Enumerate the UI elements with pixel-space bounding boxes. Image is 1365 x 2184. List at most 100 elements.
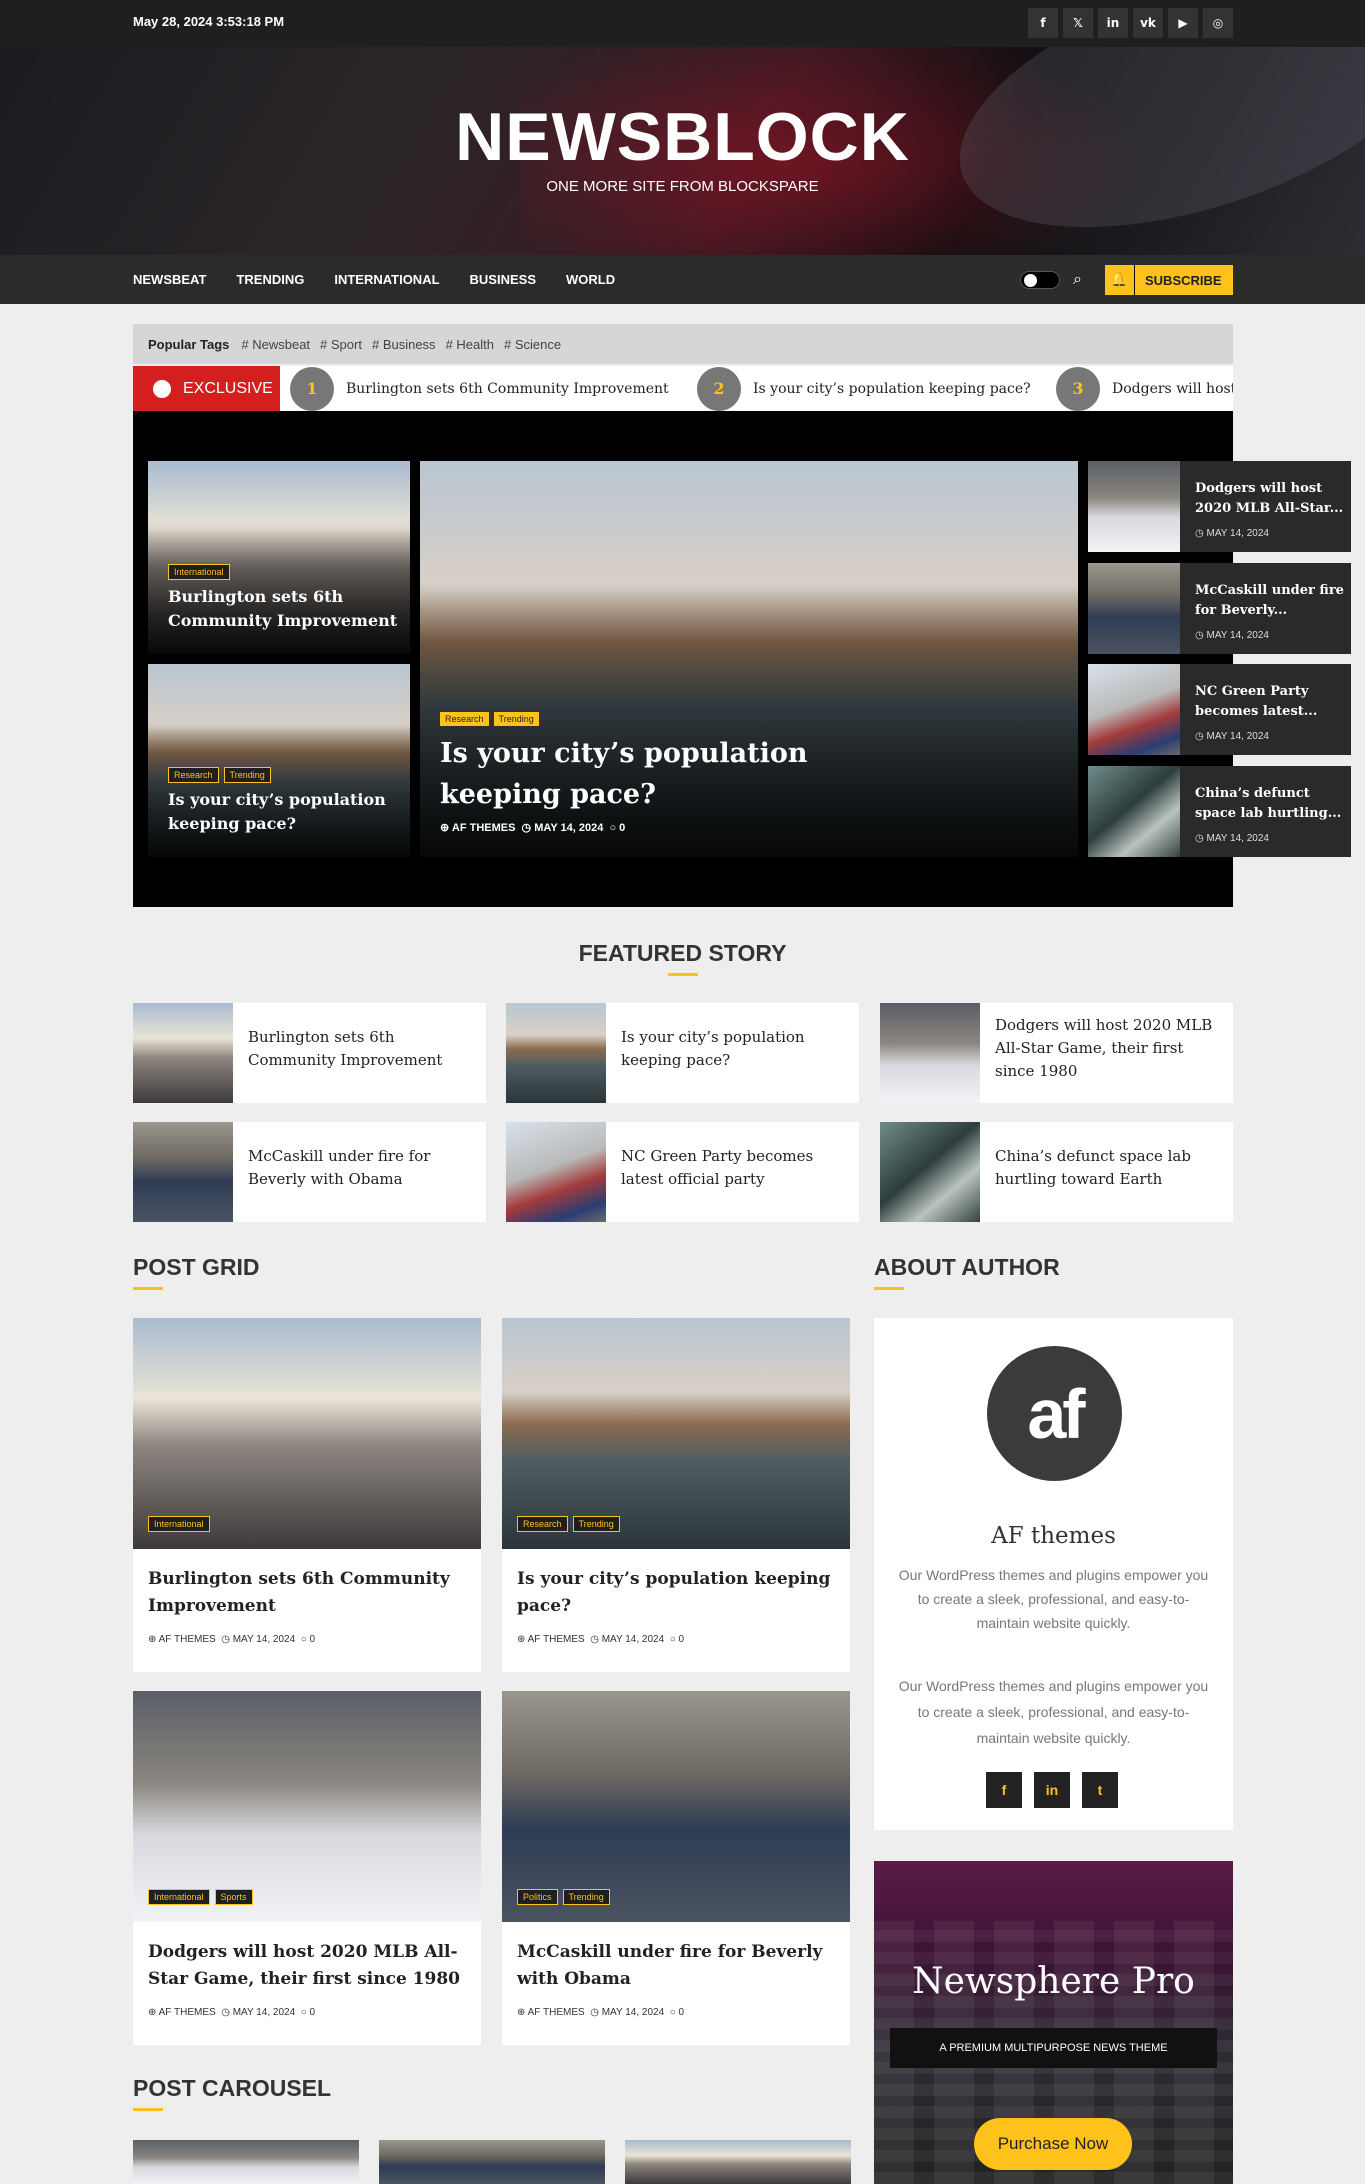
post-title[interactable]: Is your city’s population keeping pace?	[517, 1566, 837, 1620]
post-title[interactable]: Burlington sets 6th Community Improvemen…	[148, 1566, 468, 1620]
post-title[interactable]: China’s defunct space lab hurtling towar…	[995, 1145, 1220, 1191]
post-title[interactable]: McCaskill under fire for Beverly with Ob…	[248, 1145, 473, 1191]
post-title[interactable]: NC Green Party becomes latest...	[1195, 682, 1345, 722]
nav-item-newsbeat[interactable]: NEWSBEAT	[133, 272, 206, 287]
x-icon[interactable]: 𝕏	[1063, 8, 1093, 38]
grid-card[interactable]: Research Trending Is your city’s populati…	[502, 1318, 850, 1672]
linkedin-icon[interactable]: in	[1034, 1772, 1070, 1808]
linkedin-icon[interactable]: in	[1098, 8, 1128, 38]
post-image	[133, 2140, 359, 2184]
featured-card[interactable]: NC Green Party becomes latest official p…	[506, 1122, 859, 1222]
twitter-icon[interactable]: t	[1082, 1772, 1118, 1808]
nav-item-trending[interactable]: TRENDING	[236, 272, 304, 287]
post-image	[880, 1003, 980, 1103]
nav-item-world[interactable]: WORLD	[566, 272, 615, 287]
post-title[interactable]: NC Green Party becomes latest official p…	[621, 1145, 846, 1191]
hero-side-card[interactable]: Dodgers will host 2020 MLB All-Star... ◷ …	[1088, 461, 1351, 552]
post-image	[133, 1003, 233, 1103]
tag-newsbeat[interactable]: # Newsbeat	[241, 337, 310, 352]
post-title[interactable]: China’s defunct space lab hurtling...	[1195, 784, 1345, 824]
category-badge[interactable]: Trending	[493, 712, 539, 726]
author-description: Our WordPress themes and plugins empower…	[898, 1678, 1209, 1746]
site-header: NEWSBLOCK ONE MORE SITE FROM BLOCKSPARE	[0, 47, 1365, 255]
featured-story-heading: FEATURED STORY	[0, 940, 1365, 976]
post-image	[1088, 664, 1180, 755]
post-title[interactable]: Dodgers will host 2020 MLB All-Star Game…	[148, 1939, 468, 1993]
category-badge[interactable]: Research	[517, 1516, 568, 1532]
post-title[interactable]: Is your city’s population keeping pace?	[440, 733, 920, 815]
vk-icon[interactable]: vk	[1133, 8, 1163, 38]
exclusive-ticker: EXCLUSIVE 1 Burlington sets 6th Community…	[133, 366, 1233, 411]
hero-left-card[interactable]: Research Trending Is your city’s populati…	[148, 664, 410, 857]
post-title[interactable]: Is your city’s population keeping pace?	[621, 1026, 846, 1072]
popular-tags: Popular Tags # Newsbeat # Sport # Busine…	[133, 324, 1233, 364]
category-badge[interactable]: Trending	[223, 767, 271, 783]
author-description: Our WordPress themes and plugins empower…	[898, 1567, 1209, 1631]
grid-card[interactable]: International Sports Dodgers will host 20…	[133, 1691, 481, 2045]
hero-side-card[interactable]: China’s defunct space lab hurtling... ◷ M…	[1088, 766, 1351, 857]
carousel-card[interactable]	[133, 2140, 359, 2184]
search-icon[interactable]: ⌕	[1073, 269, 1082, 289]
featured-card[interactable]: Is your city’s population keeping pace?	[506, 1003, 859, 1103]
subscribe-button[interactable]: 🔔 SUBSCRIBE	[1105, 265, 1233, 295]
tag-science[interactable]: # Science	[504, 337, 561, 352]
post-title[interactable]: McCaskill under fire for Beverly...	[1195, 581, 1345, 621]
carousel-card[interactable]	[625, 2140, 851, 2184]
post-date: ◷ MAY 14, 2024	[1195, 528, 1269, 539]
grid-card[interactable]: International Burlington sets 6th Commun…	[133, 1318, 481, 1672]
nav-item-international[interactable]: INTERNATIONAL	[334, 272, 439, 287]
site-logo[interactable]: NEWSBLOCK	[0, 102, 1365, 172]
dark-mode-toggle[interactable]	[1020, 271, 1060, 289]
category-badge[interactable]: International	[168, 564, 230, 580]
hero-side-card[interactable]: NC Green Party becomes latest... ◷ MAY 14…	[1088, 664, 1351, 755]
category-badge[interactable]: Research	[440, 712, 489, 726]
nav-item-business[interactable]: BUSINESS	[470, 272, 536, 287]
hero-side-card[interactable]: McCaskill under fire for Beverly... ◷ MAY…	[1088, 563, 1351, 654]
purchase-button[interactable]: Purchase Now	[974, 2118, 1132, 2170]
tag-health[interactable]: # Health	[446, 337, 494, 352]
category-badge[interactable]: Sports	[214, 1889, 253, 1905]
post-image	[1088, 766, 1180, 857]
ticker-item[interactable]: 1 Burlington sets 6th Community Improveme…	[290, 366, 669, 411]
category-badge[interactable]: International	[148, 1889, 210, 1905]
post-title[interactable]: Dodgers will host 2020 MLB All-Star Game…	[995, 1014, 1225, 1083]
post-title[interactable]: Burlington sets 6th Community Improvemen…	[168, 585, 398, 633]
hero-main-card[interactable]: Research Trending Is your city’s populati…	[420, 461, 1078, 857]
category-badge[interactable]: International	[148, 1516, 210, 1532]
date-time: May 28, 2024 3:53:18 PM	[133, 14, 285, 29]
tag-sport[interactable]: # Sport	[320, 337, 362, 352]
featured-card[interactable]: China’s defunct space lab hurtling towar…	[880, 1122, 1233, 1222]
ticker-item[interactable]: 3 Dodgers will host	[1056, 366, 1233, 411]
post-title[interactable]: Is your city’s population keeping pace?	[168, 788, 398, 836]
promo-subtitle: A PREMIUM MULTIPURPOSE NEWS THEME	[890, 2028, 1217, 2068]
af-logo: af	[987, 1346, 1122, 1481]
post-grid-heading: POST GRID	[133, 1254, 260, 1290]
facebook-icon[interactable]: f	[1028, 8, 1058, 38]
post-carousel-heading: POST CAROUSEL	[133, 2075, 331, 2111]
facebook-icon[interactable]: f	[986, 1772, 1022, 1808]
post-date: ◷ MAY 14, 2024	[1195, 630, 1269, 641]
grid-card[interactable]: Politics Trending McCaskill under fire fo…	[502, 1691, 850, 2045]
ticker-number: 3	[1056, 366, 1100, 411]
featured-card[interactable]: McCaskill under fire for Beverly with Ob…	[133, 1122, 486, 1222]
post-title[interactable]: Burlington sets 6th Community Improvemen…	[248, 1026, 473, 1072]
post-title[interactable]: McCaskill under fire for Beverly with Ob…	[517, 1939, 837, 1993]
carousel-card[interactable]	[379, 2140, 605, 2184]
category-badge[interactable]: Research	[168, 767, 219, 783]
category-badge[interactable]: Politics	[517, 1889, 558, 1905]
live-dot-icon	[153, 379, 171, 398]
post-title[interactable]: Dodgers will host 2020 MLB All-Star...	[1195, 479, 1345, 519]
category-badge[interactable]: Trending	[572, 1516, 620, 1532]
post-image	[133, 1122, 233, 1222]
tag-business[interactable]: # Business	[372, 337, 436, 352]
category-badge[interactable]: Trending	[562, 1889, 610, 1905]
instagram-icon[interactable]: ◎	[1203, 8, 1233, 38]
promo-banner[interactable]: Newsphere Pro A PREMIUM MULTIPURPOSE NEW…	[874, 1861, 1233, 2184]
hero-section: International Burlington sets 6th Commun…	[133, 411, 1351, 907]
featured-card[interactable]: Dodgers will host 2020 MLB All-Star Game…	[880, 1003, 1233, 1103]
featured-card[interactable]: Burlington sets 6th Community Improvemen…	[133, 1003, 486, 1103]
ticker-number: 2	[697, 366, 741, 411]
ticker-item[interactable]: 2 Is your city’s population keeping pace?	[697, 366, 1031, 411]
hero-left-card[interactable]: International Burlington sets 6th Commun…	[148, 461, 410, 654]
youtube-icon[interactable]: ▶	[1168, 8, 1198, 38]
